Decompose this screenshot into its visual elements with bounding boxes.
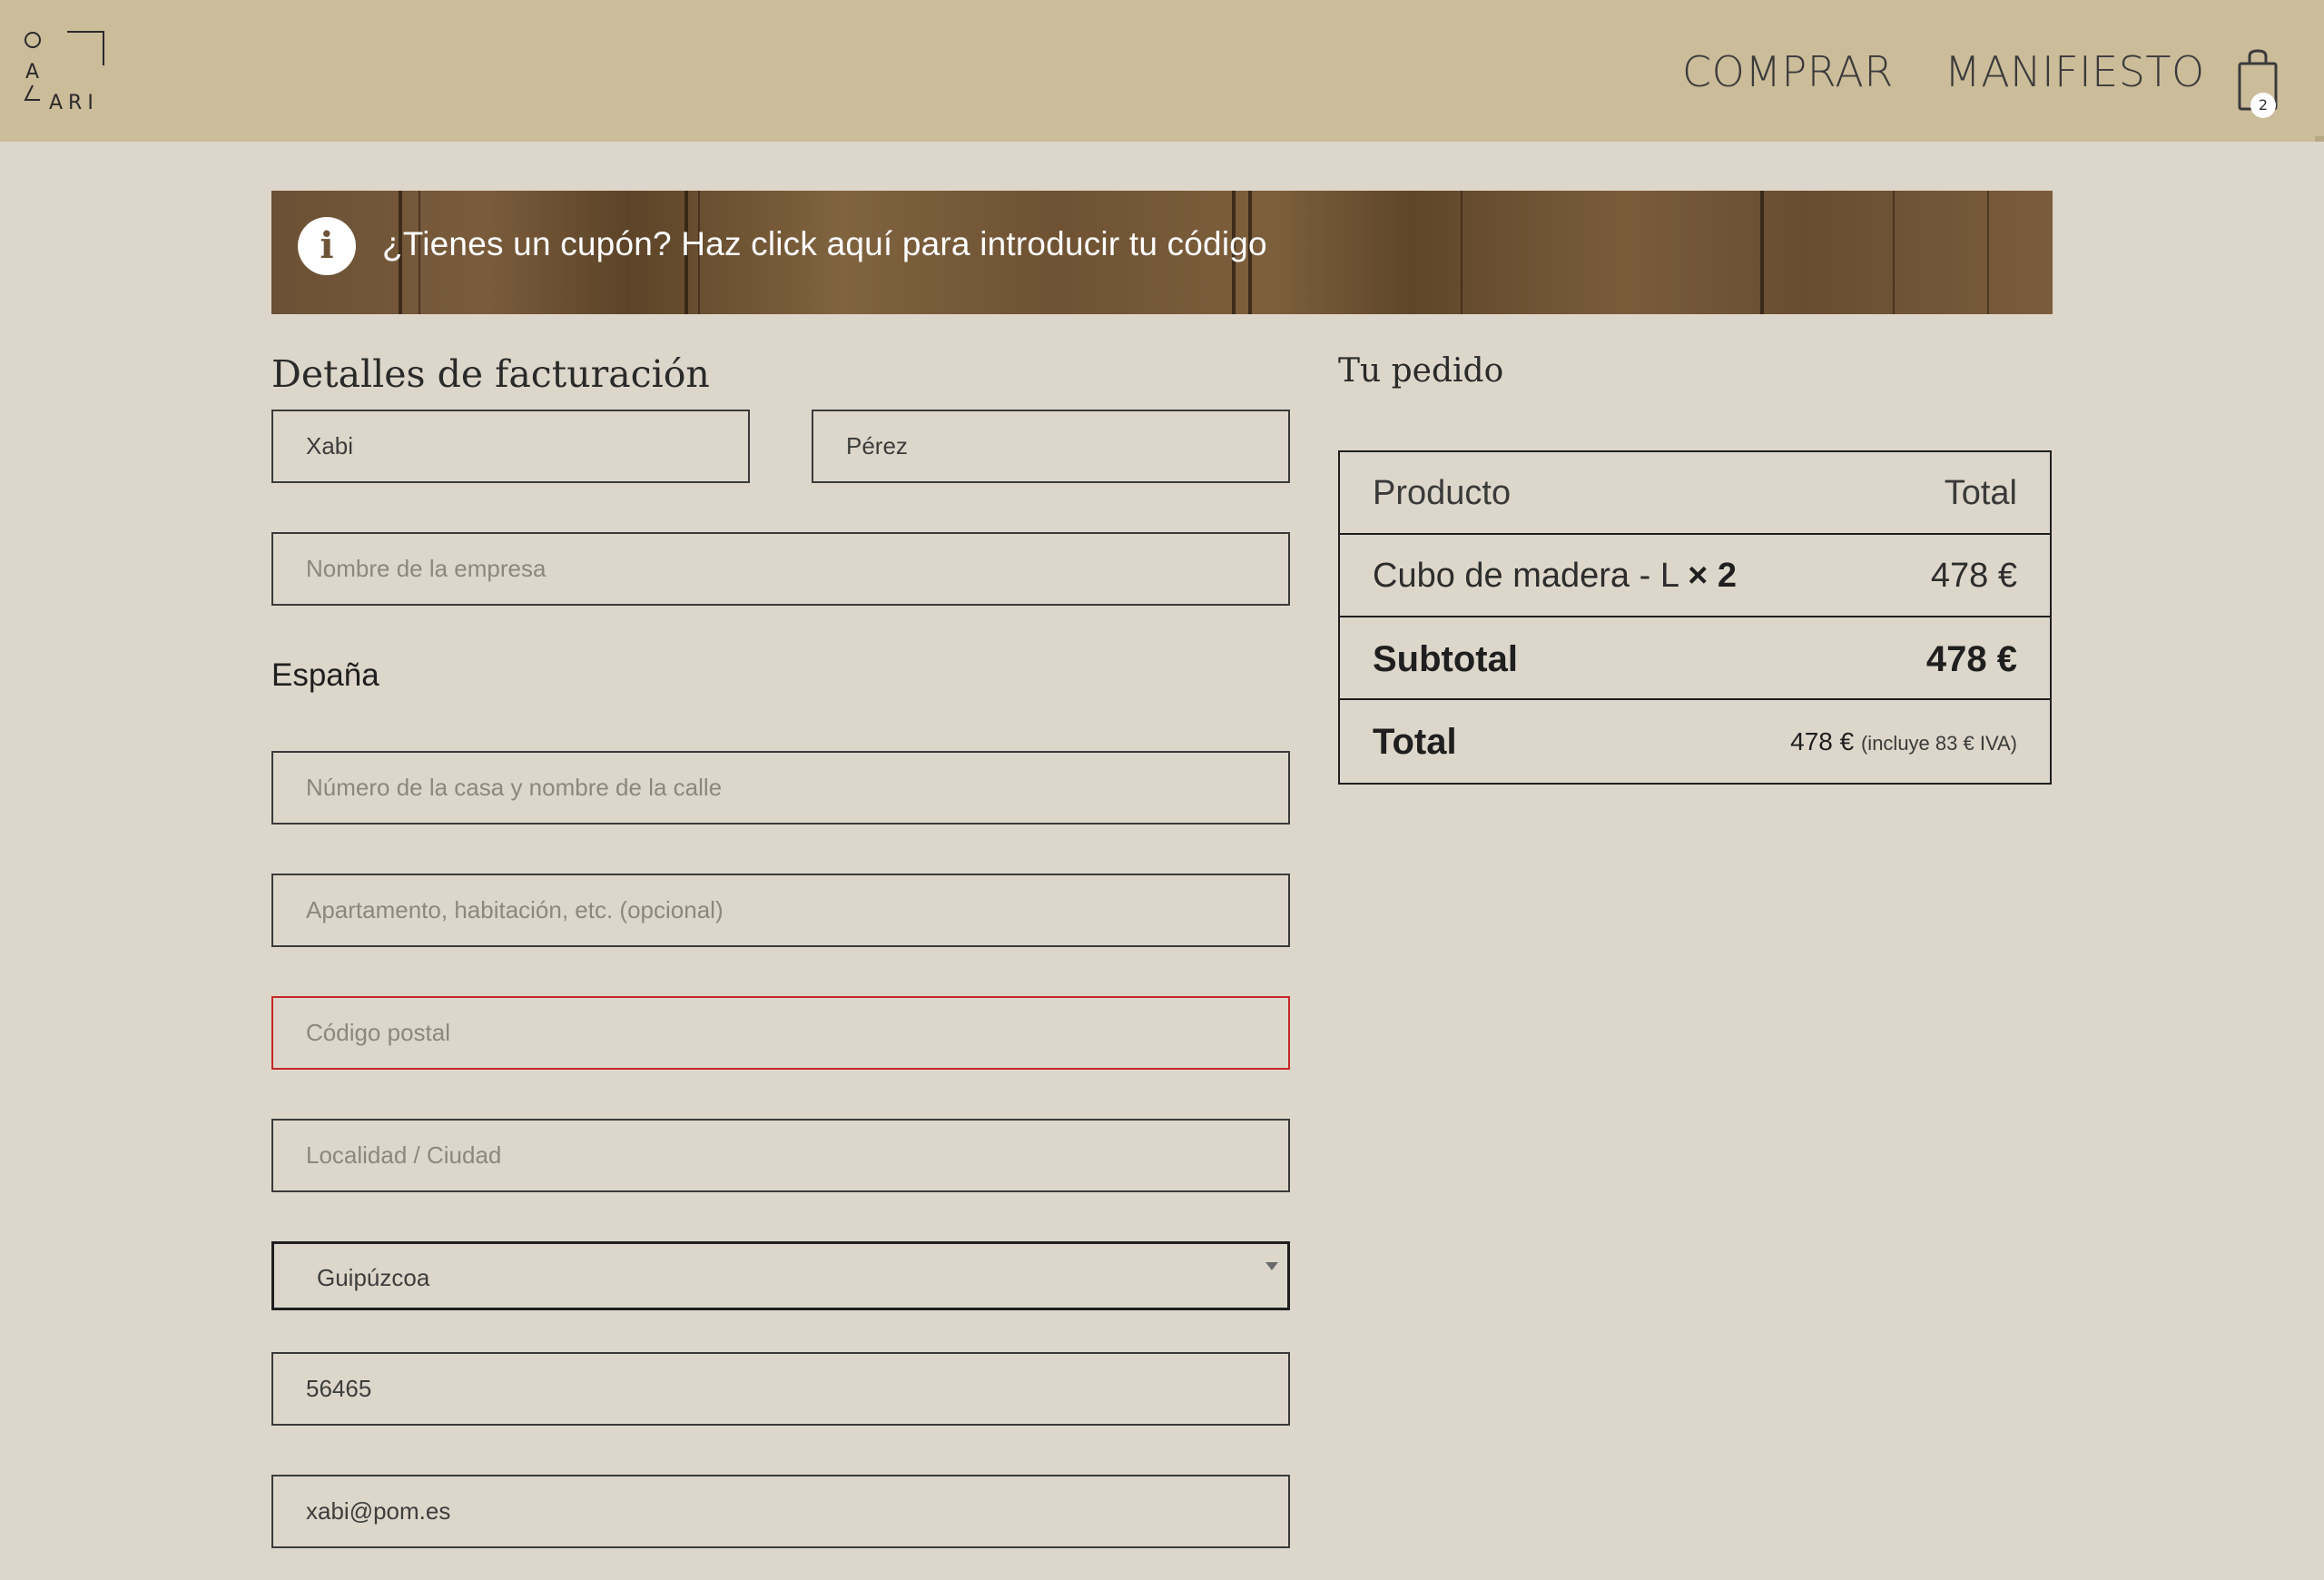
first-name-field[interactable] — [271, 410, 750, 483]
wood-grain — [1987, 191, 1989, 314]
postcode-field[interactable] — [271, 996, 1290, 1070]
address-line-2-field[interactable] — [271, 874, 1290, 947]
province-selected-value: Guipúzcoa — [317, 1264, 430, 1291]
total-value-group: 478 € (incluye 83 € IVA) — [1790, 727, 2017, 756]
line-item: Cubo de madera - L × 2 — [1373, 557, 1737, 596]
country-value: España — [271, 657, 379, 693]
order-title: Tu pedido — [1338, 352, 1504, 390]
address-line-1-field[interactable] — [271, 751, 1290, 825]
city-field[interactable] — [271, 1119, 1290, 1192]
item-name: Cubo de madera - L — [1373, 557, 1679, 595]
logo-mark: A ARI — [24, 31, 104, 114]
info-icon: i — [298, 217, 356, 275]
subtotal-value: 478 € — [1925, 639, 2017, 679]
site-header: A ARI COMPRAR MANIFIESTO 2 — [0, 0, 2324, 142]
order-summary-table: Producto Total Cubo de madera - L × 2 47… — [1338, 450, 2052, 785]
logo-letters-ari: ARI — [49, 92, 99, 114]
subtotal-row: Subtotal 478 € — [1340, 617, 2050, 700]
wood-grain — [1760, 191, 1764, 314]
total-label: Total — [1373, 722, 1457, 762]
table-row: Cubo de madera - L × 2 478 € — [1340, 535, 2050, 617]
phone-field[interactable] — [271, 1352, 1290, 1426]
last-name-field[interactable] — [812, 410, 1290, 483]
billing-title: Detalles de facturación — [271, 352, 710, 396]
item-price: 478 € — [1930, 557, 2017, 595]
total-column-header: Total — [1944, 474, 2017, 512]
coupon-link-text[interactable]: ¿Tienes un cupón? Haz click aquí para in… — [382, 225, 1267, 263]
email-field[interactable] — [271, 1475, 1290, 1548]
table-header-row: Producto Total — [1340, 452, 2050, 535]
total-row: Total 478 € (incluye 83 € IVA) — [1340, 700, 2050, 783]
oakari-logo[interactable]: A ARI — [22, 27, 109, 114]
nav-comprar[interactable]: COMPRAR — [1682, 47, 1894, 96]
tax-note: (incluye 83 € IVA) — [1860, 732, 2017, 755]
wood-grain — [1893, 191, 1895, 314]
cart-count-badge: 2 — [2250, 93, 2276, 118]
chevron-down-icon — [1265, 1262, 1278, 1270]
total-value: 478 € — [1790, 727, 1855, 755]
nav-manifiesto[interactable]: MANIFIESTO — [1945, 47, 2205, 96]
subtotal-label: Subtotal — [1373, 639, 1518, 679]
wood-grain — [1461, 191, 1462, 314]
header-edge — [2315, 136, 2324, 142]
logo-letter-a: A — [25, 61, 39, 84]
product-column-header: Producto — [1373, 474, 1512, 512]
item-quantity: × 2 — [1688, 557, 1738, 595]
province-select[interactable]: Guipúzcoa — [271, 1241, 1290, 1310]
company-field[interactable] — [271, 532, 1290, 606]
